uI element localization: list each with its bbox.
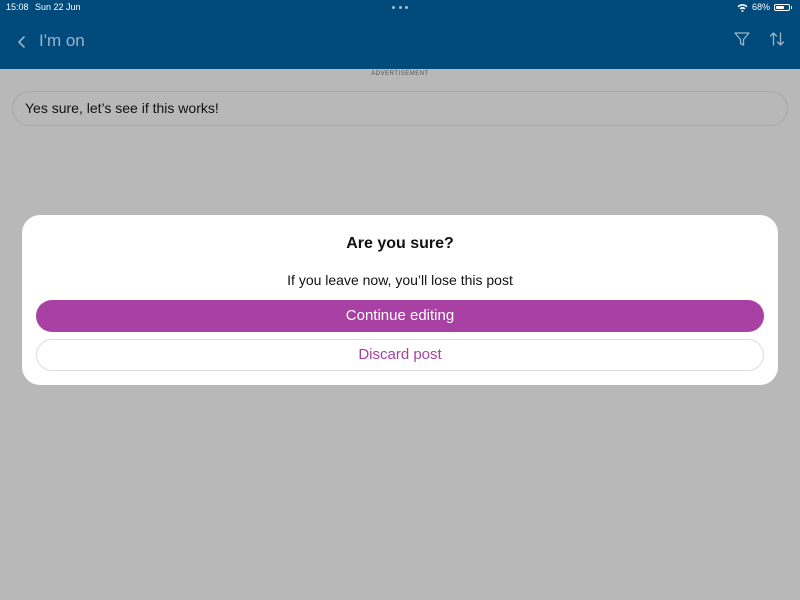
- multitasking-dots-icon[interactable]: [392, 0, 408, 14]
- filter-button[interactable]: [733, 30, 751, 50]
- dialog-title: Are you sure?: [346, 235, 454, 252]
- battery-tip: [791, 5, 792, 9]
- status-bar: 15:08 Sun 22 Jun 68%: [0, 0, 800, 14]
- status-indicators: 68%: [737, 0, 792, 14]
- sort-button[interactable]: [768, 30, 786, 50]
- status-date: Sun 22 Jun: [35, 2, 81, 12]
- post-text-input[interactable]: Yes sure, let’s see if this works!: [12, 91, 788, 126]
- wifi-icon: [737, 3, 748, 12]
- filter-icon: [734, 32, 750, 46]
- page-title: I'm on: [39, 31, 85, 50]
- dialog-message: If you leave now, you’ll lose this post: [287, 272, 513, 288]
- post-text-value: Yes sure, let’s see if this works!: [25, 100, 219, 116]
- battery-icon: [774, 3, 790, 11]
- battery-level-fill: [776, 5, 784, 9]
- advertisement-label: ADVERTISEMENT: [371, 71, 429, 77]
- battery-percentage: 68%: [751, 2, 770, 12]
- sort-arrows-icon: [769, 32, 785, 46]
- navigation-bar: I'm on: [0, 14, 800, 69]
- chevron-left-icon: [18, 36, 25, 48]
- confirm-dialog: Are you sure? If you leave now, you’ll l…: [22, 215, 778, 385]
- status-time: 15:08: [6, 2, 29, 12]
- discard-post-button[interactable]: Discard post: [36, 339, 764, 371]
- back-button[interactable]: [12, 30, 32, 54]
- app-screen: 15:08 Sun 22 Jun 68% I'm on ADVERTISEMEN…: [0, 0, 800, 600]
- continue-editing-button[interactable]: Continue editing: [36, 300, 764, 332]
